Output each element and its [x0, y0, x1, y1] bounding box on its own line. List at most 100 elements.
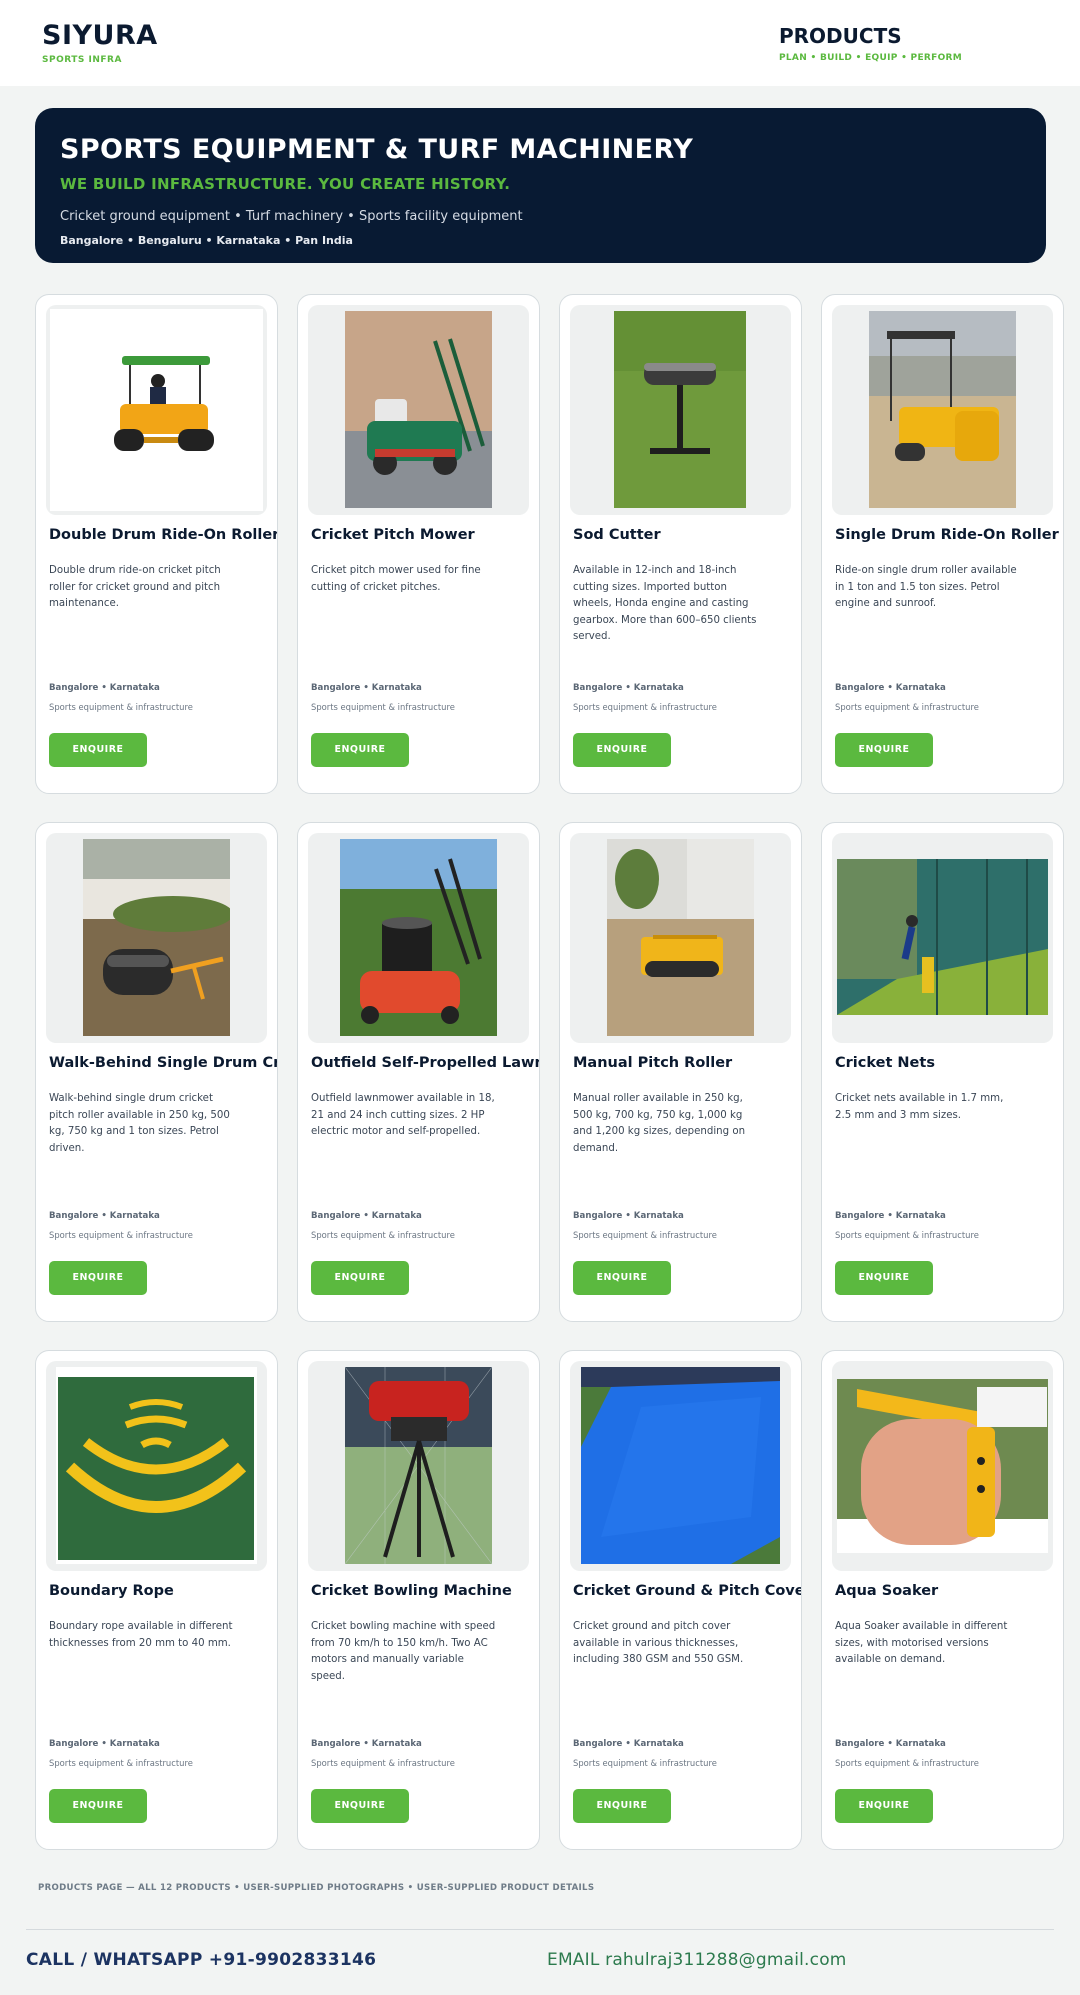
enquire-button[interactable]: ENQUIRE — [49, 733, 147, 767]
product-description: Boundary rope available in different thi… — [49, 1621, 233, 1649]
product-category: Sports equipment & infrastructure — [835, 702, 979, 712]
product-category: Sports equipment & infrastructure — [835, 1230, 979, 1240]
product-card: Cricket Nets Cricket nets available in 1… — [821, 822, 1064, 1322]
product-card: Single Drum Ride-On Roller Ride-on singl… — [821, 294, 1064, 794]
product-location: Bangalore • Karnataka — [49, 683, 160, 693]
enquire-button[interactable]: ENQUIRE — [311, 1789, 409, 1823]
enquire-button[interactable]: ENQUIRE — [835, 1789, 933, 1823]
product-description: Manual roller available in 250 kg, 500 k… — [573, 1093, 746, 1154]
product-card: Manual Pitch Roller Manual roller availa… — [559, 822, 802, 1322]
product-title: Aqua Soaker — [835, 1583, 939, 1599]
product-title: Cricket Ground & Pitch Cover — [573, 1583, 802, 1599]
manual-roller-photo — [570, 833, 791, 1043]
product-title: Outfield Self-Propelled Lawnmower — [311, 1055, 539, 1071]
hero-description: Cricket ground equipment • Turf machiner… — [60, 209, 523, 224]
product-category: Sports equipment & infrastructure — [49, 1230, 193, 1240]
product-location: Bangalore • Karnataka — [49, 1211, 160, 1221]
product-location: Bangalore • Karnataka — [311, 1739, 422, 1749]
product-description: Cricket pitch mower used for fine cuttin… — [311, 565, 481, 593]
product-card: Double Drum Ride-On Roller Double drum r… — [35, 294, 278, 794]
walk-behind-roller-photo — [46, 833, 267, 1043]
product-title: Sod Cutter — [573, 527, 661, 543]
page-footnote: PRODUCTS PAGE — ALL 12 PRODUCTS • USER-S… — [38, 1883, 595, 1893]
email-link[interactable]: EMAIL rahulraj311288@gmail.com — [547, 1950, 847, 1970]
product-title: Walk-Behind Single Drum Cricket Roller — [49, 1055, 277, 1071]
top-bar: SIYURA SPORTS INFRA PRODUCTS PLAN • BUIL… — [0, 0, 1080, 86]
product-card: Walk-Behind Single Drum Cricket Roller W… — [35, 822, 278, 1322]
product-description: Walk-behind single drum cricket pitch ro… — [49, 1093, 230, 1154]
product-description: Cricket ground and pitch cover available… — [573, 1621, 744, 1665]
nav-subtitle: PLAN • BUILD • EQUIP • PERFORM — [779, 53, 963, 63]
enquire-button[interactable]: ENQUIRE — [835, 733, 933, 767]
cricket-nets-photo — [832, 833, 1053, 1043]
product-description: Cricket nets available in 1.7 mm, 2.5 mm… — [835, 1093, 1004, 1121]
sod-cutter-photo — [570, 305, 791, 515]
product-title: Cricket Pitch Mower — [311, 527, 475, 543]
call-whatsapp-link[interactable]: CALL / WHATSAPP +91-9902833146 — [26, 1950, 376, 1970]
product-description: Cricket bowling machine with speed from … — [311, 1621, 496, 1682]
aqua-soaker-photo — [832, 1361, 1053, 1571]
double-drum-roller-photo — [46, 305, 267, 515]
brand[interactable]: SIYURA SPORTS INFRA — [42, 20, 158, 65]
product-description: Outfield lawnmower available in 18, 21 a… — [311, 1093, 495, 1137]
product-description: Aqua Soaker available in different sizes… — [835, 1621, 1008, 1665]
product-description: Double drum ride-on cricket pitch roller… — [49, 565, 221, 609]
nav-title: PRODUCTS — [779, 24, 902, 48]
product-category: Sports equipment & infrastructure — [311, 1758, 455, 1768]
product-title: Boundary Rope — [49, 1583, 174, 1599]
enquire-button[interactable]: ENQUIRE — [573, 1261, 671, 1295]
product-location: Bangalore • Karnataka — [311, 683, 422, 693]
product-location: Bangalore • Karnataka — [573, 1739, 684, 1749]
pitch-mower-photo — [308, 305, 529, 515]
product-location: Bangalore • Karnataka — [49, 1739, 160, 1749]
product-title: Manual Pitch Roller — [573, 1055, 733, 1071]
hero-title: SPORTS EQUIPMENT & TURF MACHINERY — [60, 134, 694, 165]
brand-subtitle: SPORTS INFRA — [42, 55, 122, 65]
single-drum-roller-photo — [832, 305, 1053, 515]
product-location: Bangalore • Karnataka — [835, 1211, 946, 1221]
enquire-button[interactable]: ENQUIRE — [573, 1789, 671, 1823]
product-card: Boundary Rope Boundary rope available in… — [35, 1350, 278, 1850]
product-title: Double Drum Ride-On Roller — [49, 527, 278, 543]
product-card: Cricket Pitch Mower Cricket pitch mower … — [297, 294, 540, 794]
product-card: Cricket Ground & Pitch Cover Cricket gro… — [559, 1350, 802, 1850]
pitch-cover-photo — [570, 1361, 791, 1571]
enquire-button[interactable]: ENQUIRE — [311, 733, 409, 767]
product-title: Cricket Nets — [835, 1055, 935, 1071]
product-category: Sports equipment & infrastructure — [573, 1230, 717, 1240]
product-card: Cricket Bowling Machine Cricket bowling … — [297, 1350, 540, 1850]
enquire-button[interactable]: ENQUIRE — [49, 1789, 147, 1823]
hero-banner: SPORTS EQUIPMENT & TURF MACHINERY WE BUI… — [35, 108, 1046, 263]
product-location: Bangalore • Karnataka — [311, 1211, 422, 1221]
product-category: Sports equipment & infrastructure — [311, 1230, 455, 1240]
product-description: Available in 12-inch and 18-inch cutting… — [573, 565, 757, 642]
product-title: Single Drum Ride-On Roller — [835, 527, 1059, 543]
product-card: Sod Cutter Available in 12-inch and 18-i… — [559, 294, 802, 794]
hero-tagline: WE BUILD INFRASTRUCTURE. YOU CREATE HIST… — [60, 175, 511, 193]
product-card: Aqua Soaker Aqua Soaker available in dif… — [821, 1350, 1064, 1850]
enquire-button[interactable]: ENQUIRE — [835, 1261, 933, 1295]
product-category: Sports equipment & infrastructure — [573, 1758, 717, 1768]
product-location: Bangalore • Karnataka — [835, 683, 946, 693]
product-category: Sports equipment & infrastructure — [835, 1758, 979, 1768]
product-category: Sports equipment & infrastructure — [311, 702, 455, 712]
enquire-button[interactable]: ENQUIRE — [573, 733, 671, 767]
footer-divider — [26, 1929, 1054, 1930]
brand-name: SIYURA — [42, 20, 158, 51]
enquire-button[interactable]: ENQUIRE — [49, 1261, 147, 1295]
lawnmower-photo — [308, 833, 529, 1043]
nav-products[interactable]: PRODUCTS PLAN • BUILD • EQUIP • PERFORM — [779, 24, 962, 63]
product-category: Sports equipment & infrastructure — [573, 702, 717, 712]
product-category: Sports equipment & infrastructure — [49, 1758, 193, 1768]
product-location: Bangalore • Karnataka — [835, 1739, 946, 1749]
product-card: Outfield Self-Propelled Lawnmower Outfie… — [297, 822, 540, 1322]
boundary-rope-photo — [46, 1361, 267, 1571]
product-location: Bangalore • Karnataka — [573, 683, 684, 693]
enquire-button[interactable]: ENQUIRE — [311, 1261, 409, 1295]
product-location: Bangalore • Karnataka — [573, 1211, 684, 1221]
product-description: Ride-on single drum roller available in … — [835, 565, 1017, 609]
hero-locations: Bangalore • Bengaluru • Karnataka • Pan … — [60, 234, 353, 247]
product-category: Sports equipment & infrastructure — [49, 702, 193, 712]
product-title: Cricket Bowling Machine — [311, 1583, 512, 1599]
bowling-machine-photo — [308, 1361, 529, 1571]
